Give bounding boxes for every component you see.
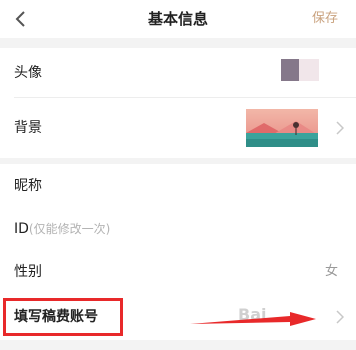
id-label-text: ID [14, 221, 29, 237]
red-arrow-annotation [190, 312, 316, 326]
id-row[interactable]: ID(仅能修改一次) [0, 207, 356, 253]
red-highlight-box [3, 298, 123, 336]
gender-label: 性别 [14, 264, 42, 280]
background-thumbnail[interactable] [246, 109, 318, 147]
avatar-label: 头像 [14, 65, 42, 81]
id-hint: (仅能修改一次) [28, 222, 111, 236]
top-nav-bar: 基本信息 保存 [0, 0, 356, 38]
gender-value: 女 [324, 264, 338, 279]
nickname-label: 昵称 [14, 178, 42, 194]
avatar[interactable] [281, 59, 319, 81]
gender-row[interactable]: 性别 女 [0, 250, 356, 296]
id-label: ID(仅能修改一次) [14, 219, 110, 239]
chevron-right-icon [336, 121, 344, 135]
chevron-right-icon [336, 310, 344, 324]
nickname-row[interactable]: 昵称 [0, 164, 356, 210]
page-title: 基本信息 [147, 10, 208, 28]
background-label: 背景 [14, 120, 42, 136]
save-button[interactable]: 保存 [312, 10, 338, 28]
